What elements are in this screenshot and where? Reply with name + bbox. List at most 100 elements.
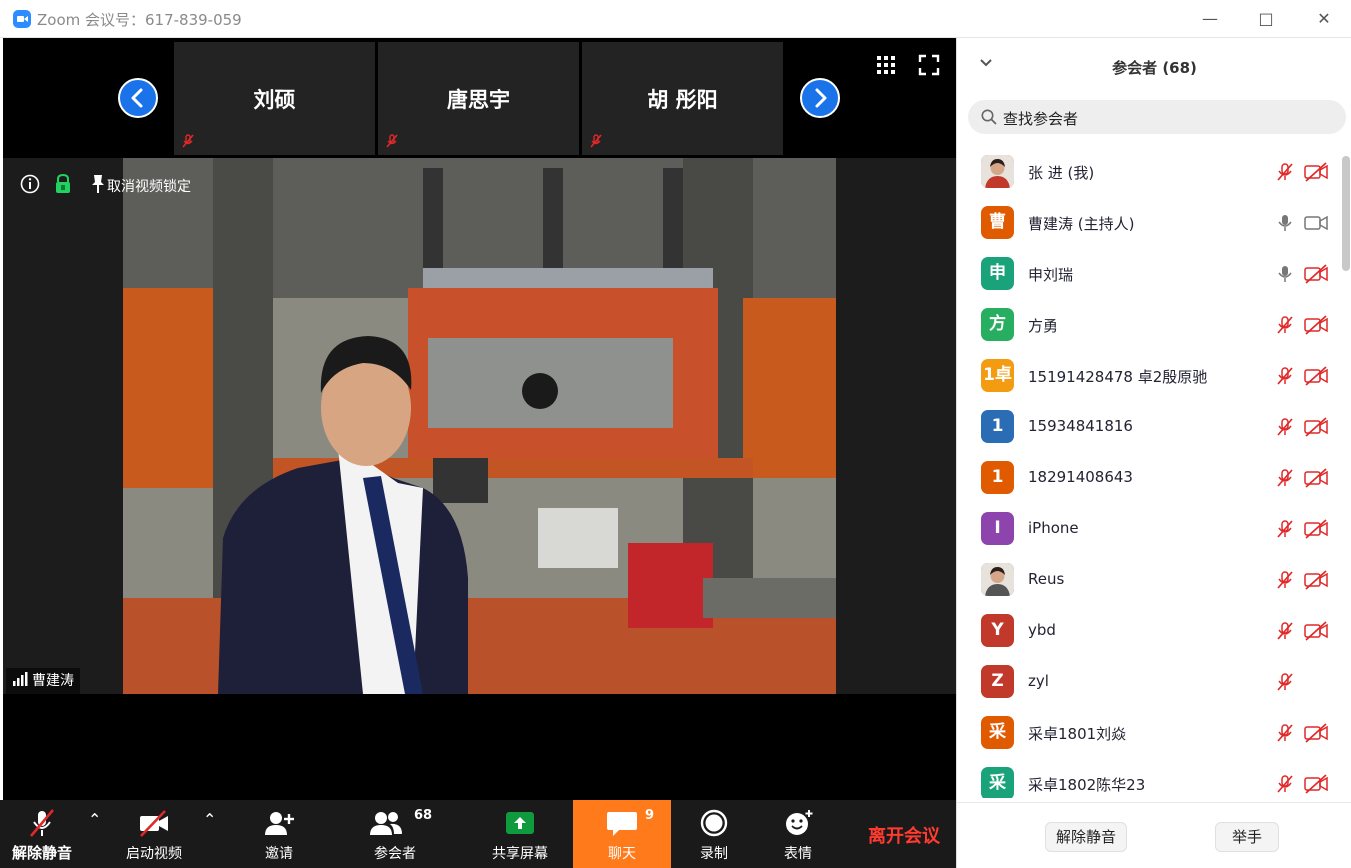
participant-name: 方勇 [1028,317,1059,335]
participant-name: ybd [1028,621,1056,639]
reactions-label: 表情 [784,846,812,862]
participant-row[interactable]: 申申刘瑞 [957,248,1337,299]
next-page-button[interactable] [800,78,840,118]
gallery-view-icon[interactable] [875,54,897,76]
mic-muted-icon [590,134,602,148]
mic-muted-icon [30,809,54,837]
share-screen-label: 共享屏幕 [492,846,548,862]
info-icon[interactable] [19,173,41,195]
smiley-icon [786,810,813,835]
unmute-button[interactable]: 解除静音 [0,800,84,868]
participants-icon [370,812,402,835]
avatar [981,155,1014,188]
invite-button[interactable]: 邀请 [237,800,321,868]
chat-icon [607,812,637,836]
add-user-icon [265,812,294,835]
participant-row[interactable]: 采采卓1802陈华23 [957,758,1337,798]
avatar: I [981,512,1014,545]
tile-name: 胡 彤阳 [647,88,718,112]
video-off-icon [1304,366,1328,386]
speaker-name-tag: 曹建涛 [6,668,80,694]
participant-name: 18291408643 [1028,468,1133,486]
share-screen-button[interactable]: 共享屏幕 [478,800,562,868]
meeting-toolbar: 解除静音 ⌃ 启动视频 ⌃ 邀请 68 参会者 共享屏幕 9 聊天 录制 表情 [0,800,956,868]
pin-icon[interactable] [89,173,107,195]
unpin-video-label[interactable]: 取消视频锁定 [107,176,191,196]
avatar: 采 [981,767,1014,798]
avatar: 1 [981,410,1014,443]
profile-photo [981,563,1014,596]
participants-button[interactable]: 68 参会者 [350,800,440,868]
video-off-icon [1304,723,1328,743]
encryption-lock-icon[interactable] [53,173,73,195]
video-tile[interactable]: 唐思宇 [378,42,579,155]
participant-search-input[interactable]: 查找参会者 [968,100,1346,134]
tile-name: 唐思宇 [447,88,510,112]
avatar: Y [981,614,1014,647]
meeting-area: 刘硕 唐思宇 胡 彤阳 取消视频锁定 曹建涛 [3,38,956,800]
participant-list-scrollbar[interactable] [1342,146,1350,798]
participant-row[interactable]: 张 进 (我) [957,146,1337,197]
video-off-icon [1304,162,1328,182]
participant-row[interactable]: 方 方勇 [957,299,1337,350]
record-button[interactable]: 录制 [672,800,756,868]
minimize-button[interactable]: — [1195,4,1225,34]
leave-meeting-button[interactable]: 离开会议 [868,822,940,848]
invite-label: 邀请 [265,846,293,862]
video-tile[interactable]: 刘硕 [174,42,375,155]
video-off-icon [1304,264,1328,284]
audio-options-caret[interactable]: ⌃ [88,810,101,829]
video-options-caret[interactable]: ⌃ [203,810,216,829]
start-video-button[interactable]: 启动视频 [112,800,196,868]
video-off-icon [1304,774,1328,794]
participant-row[interactable]: 1 18291408643 [957,452,1337,503]
video-off-icon [1304,621,1328,641]
close-button[interactable]: ✕ [1309,4,1339,34]
participant-row[interactable]: IiPhone [957,503,1337,554]
mic-muted-icon [1277,163,1293,181]
participant-row[interactable]: 采采卓1801刘焱 [957,707,1337,758]
unmute-self-button[interactable]: 解除静音 [1045,822,1128,852]
mic-muted-icon [1277,418,1293,436]
participants-panel: 参会者 (68) 查找参会者 张 进 (我) 曹曹建涛 (主持人) 申申刘瑞方 方勇… [956,38,1351,868]
participant-row[interactable]: 1 15934841816 [957,401,1337,452]
participant-row[interactable]: Yybd [957,605,1337,656]
participant-row[interactable]: Reus [957,554,1337,605]
participant-name: 曹建涛 (主持人) [1028,215,1135,233]
start-video-label: 启动视频 [126,846,182,862]
chat-label: 聊天 [608,846,636,862]
avatar: 曹 [981,206,1014,239]
panel-header: 参会者 (68) [957,38,1351,94]
participant-row[interactable]: 曹曹建涛 (主持人) [957,197,1337,248]
participants-count-badge: 68 [414,808,433,823]
participant-name: 15934841816 [1028,417,1133,435]
participant-name: 申刘瑞 [1028,266,1074,284]
avatar: Z [981,665,1014,698]
mic-muted-icon [1277,520,1293,538]
participant-row[interactable]: 1卓 15191428478 卓2殷原驰 [957,350,1337,401]
raise-hand-button[interactable]: 举手 [1215,822,1280,852]
chevron-left-icon [131,88,143,108]
participant-row[interactable]: Zzyl [957,656,1337,707]
participant-name: 采卓1801刘焱 [1028,725,1127,743]
mic-muted-icon [1277,622,1293,640]
scrollbar-thumb[interactable] [1342,156,1350,271]
video-off-icon [1304,519,1328,539]
fullscreen-icon[interactable] [918,54,940,76]
mic-muted-icon [1277,469,1293,487]
share-screen-icon [506,812,534,834]
record-label: 录制 [700,846,728,862]
speaker-name: 曹建涛 [32,673,74,689]
search-placeholder: 查找参会者 [1003,110,1079,128]
mic-on-icon [1278,266,1292,282]
speaker-video-image [123,158,836,694]
profile-photo [981,155,1014,188]
chat-button[interactable]: 9 聊天 [573,800,671,868]
title-bar: Zoom 会议号：617-839-059 — □ ✕ [0,0,1351,38]
participant-name: iPhone [1028,519,1079,537]
maximize-button[interactable]: □ [1251,4,1281,34]
avatar [981,563,1014,596]
prev-page-button[interactable] [118,78,158,118]
reactions-button[interactable]: 表情 [756,800,840,868]
video-tile[interactable]: 胡 彤阳 [582,42,783,155]
